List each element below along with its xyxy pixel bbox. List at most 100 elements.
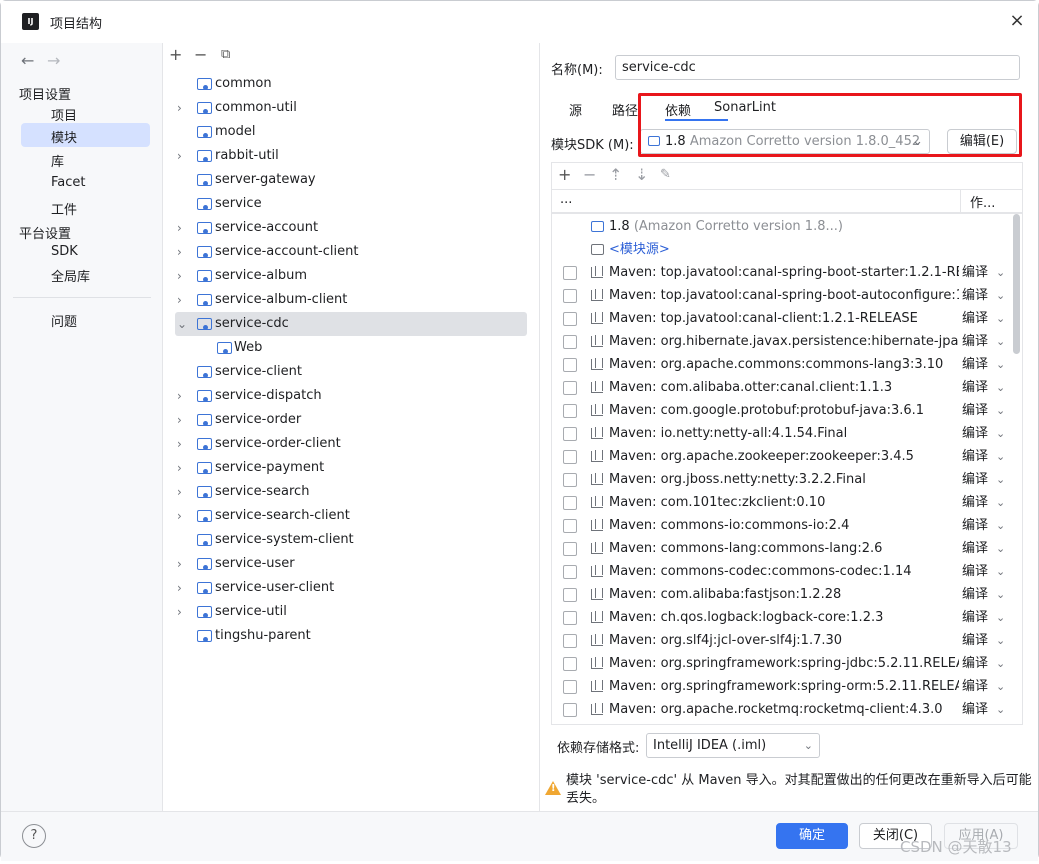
dependency-row[interactable]: Maven: org.hibernate.javax.persistence:h…	[552, 330, 1012, 353]
edit-dependency-icon[interactable]: ✎	[660, 167, 671, 182]
scope-dropdown[interactable]: 编译	[962, 422, 988, 445]
chevron-right-icon[interactable]: ›	[177, 504, 182, 528]
export-checkbox[interactable]	[563, 680, 577, 694]
export-checkbox[interactable]	[563, 634, 577, 648]
ok-button[interactable]: 确定	[776, 823, 848, 849]
scope-dropdown[interactable]: 编译	[962, 514, 988, 537]
module-tree-item[interactable]: › service-user-client	[163, 576, 540, 600]
dependency-row[interactable]: Maven: commons-codec:commons-codec:1.14 编…	[552, 560, 1012, 583]
export-checkbox[interactable]	[563, 565, 577, 579]
chevron-right-icon[interactable]: ›	[177, 288, 182, 312]
chevron-right-icon[interactable]: ›	[177, 264, 182, 288]
scope-dropdown[interactable]: 编译	[962, 652, 988, 675]
nav-item-sdks[interactable]: SDK	[51, 244, 78, 259]
module-tree-item[interactable]: tingshu-parent	[163, 624, 540, 648]
column-header-export[interactable]: ...	[560, 192, 572, 207]
dependency-row[interactable]: Maven: com.alibaba.otter:canal.client:1.…	[552, 376, 1012, 399]
module-tree-item[interactable]: › service-util	[163, 600, 540, 624]
back-arrow-icon[interactable]: ←	[21, 51, 34, 70]
module-tree-item[interactable]: › service-album	[163, 264, 540, 288]
module-tree-item[interactable]: Web	[163, 336, 540, 360]
chevron-right-icon[interactable]: ›	[177, 552, 182, 576]
module-tree-item[interactable]: › service-account-client	[163, 240, 540, 264]
dependency-row[interactable]: Maven: org.jboss.netty:netty:3.2.2.Final…	[552, 468, 1012, 491]
help-icon[interactable]: ?	[22, 824, 46, 848]
module-tree-item[interactable]: › service-dispatch	[163, 384, 540, 408]
chevron-right-icon[interactable]: ›	[177, 432, 182, 456]
export-checkbox[interactable]	[563, 496, 577, 510]
scope-dropdown[interactable]: 编译	[962, 468, 988, 491]
module-tree-item[interactable]: service	[163, 192, 540, 216]
module-tree-item[interactable]: model	[163, 120, 540, 144]
module-tree-item[interactable]: › service-payment	[163, 456, 540, 480]
dependency-row[interactable]: Maven: com.101tec:zkclient:0.10 编译 ⌄	[552, 491, 1012, 514]
scope-dropdown[interactable]: 编译	[962, 399, 988, 422]
chevron-right-icon[interactable]: ›	[177, 480, 182, 504]
dependency-row[interactable]: Maven: org.springframework:spring-jdbc:5…	[552, 652, 1012, 675]
module-name-input[interactable]: service-cdc	[615, 55, 1020, 80]
export-checkbox[interactable]	[563, 450, 577, 464]
tab-sources[interactable]: 源	[569, 100, 582, 119]
export-checkbox[interactable]	[563, 312, 577, 326]
export-checkbox[interactable]	[563, 289, 577, 303]
close-icon[interactable]: ×	[1007, 10, 1027, 32]
chevron-down-icon[interactable]: ⌄	[177, 312, 187, 336]
chevron-right-icon[interactable]: ›	[177, 96, 182, 120]
scope-dropdown[interactable]: 编译	[962, 698, 988, 721]
copy-module-icon[interactable]: ⧉	[221, 47, 230, 62]
storage-format-dropdown[interactable]: IntelliJ IDEA (.iml) ⌄	[646, 733, 820, 758]
chevron-right-icon[interactable]: ›	[177, 408, 182, 432]
remove-dependency-icon[interactable]: −	[583, 165, 596, 184]
module-tree-item[interactable]: service-client	[163, 360, 540, 384]
scope-dropdown[interactable]: 编译	[962, 307, 988, 330]
move-down-icon[interactable]: ⇣	[635, 165, 648, 184]
dependency-row[interactable]: Maven: org.springframework:spring-orm:5.…	[552, 675, 1012, 698]
dependency-row-sdk[interactable]: 1.8 (Amazon Corretto version 1.8...)	[552, 215, 1012, 238]
scope-dropdown[interactable]: 编译	[962, 284, 988, 307]
dependency-row[interactable]: Maven: org.slf4j:jcl-over-slf4j:1.7.30 编译…	[552, 629, 1012, 652]
export-checkbox[interactable]	[563, 588, 577, 602]
chevron-right-icon[interactable]: ›	[177, 456, 182, 480]
export-checkbox[interactable]	[563, 335, 577, 349]
scope-dropdown[interactable]: 编译	[962, 629, 988, 652]
export-checkbox[interactable]	[563, 358, 577, 372]
nav-item-artifacts[interactable]: 工件	[51, 199, 77, 218]
module-tree-item[interactable]: › service-order	[163, 408, 540, 432]
dependency-row[interactable]: Maven: com.google.protobuf:protobuf-java…	[552, 399, 1012, 422]
export-checkbox[interactable]	[563, 427, 577, 441]
module-tree-item[interactable]: service-system-client	[163, 528, 540, 552]
dependency-row[interactable]: Maven: commons-io:commons-io:2.4 编译 ⌄	[552, 514, 1012, 537]
chevron-right-icon[interactable]: ›	[177, 576, 182, 600]
module-tree-item[interactable]: › service-album-client	[163, 288, 540, 312]
dependency-row-module-source[interactable]: <模块源>	[552, 238, 1012, 261]
forward-arrow-icon[interactable]: →	[47, 51, 60, 70]
chevron-right-icon[interactable]: ›	[177, 600, 182, 624]
scope-dropdown[interactable]: 编译	[962, 330, 988, 353]
module-tree-item[interactable]: common	[163, 72, 540, 96]
module-tree-item[interactable]: › service-account	[163, 216, 540, 240]
chevron-right-icon[interactable]: ›	[177, 384, 182, 408]
dependency-row[interactable]: Maven: io.netty:netty-all:4.1.54.Final 编译…	[552, 422, 1012, 445]
dependency-row[interactable]: Maven: org.apache.zookeeper:zookeeper:3.…	[552, 445, 1012, 468]
remove-module-icon[interactable]: −	[194, 45, 207, 64]
dependency-row[interactable]: Maven: top.javatool:canal-client:1.2.1-R…	[552, 307, 1012, 330]
module-tree-item[interactable]: › service-user	[163, 552, 540, 576]
move-up-icon[interactable]: ⇡	[609, 165, 622, 184]
nav-item-problems[interactable]: 问题	[51, 311, 77, 330]
chevron-right-icon[interactable]: ›	[177, 144, 182, 168]
scope-dropdown[interactable]: 编译	[962, 261, 988, 284]
dependency-row[interactable]: Maven: top.javatool:canal-spring-boot-st…	[552, 261, 1012, 284]
export-checkbox[interactable]	[563, 611, 577, 625]
scope-dropdown[interactable]: 编译	[962, 583, 988, 606]
dependency-row[interactable]: Maven: org.apache.rocketmq:rocketmq-clie…	[552, 698, 1012, 721]
export-checkbox[interactable]	[563, 381, 577, 395]
chevron-right-icon[interactable]: ›	[177, 216, 182, 240]
module-tree-item[interactable]: › service-search	[163, 480, 540, 504]
dependency-row[interactable]: Maven: top.javatool:canal-spring-boot-au…	[552, 284, 1012, 307]
export-checkbox[interactable]	[563, 473, 577, 487]
module-tree-item[interactable]: › common-util	[163, 96, 540, 120]
scope-dropdown[interactable]: 编译	[962, 445, 988, 468]
add-module-icon[interactable]: +	[169, 45, 182, 64]
scope-dropdown[interactable]: 编译	[962, 491, 988, 514]
scope-dropdown[interactable]: 编译	[962, 537, 988, 560]
